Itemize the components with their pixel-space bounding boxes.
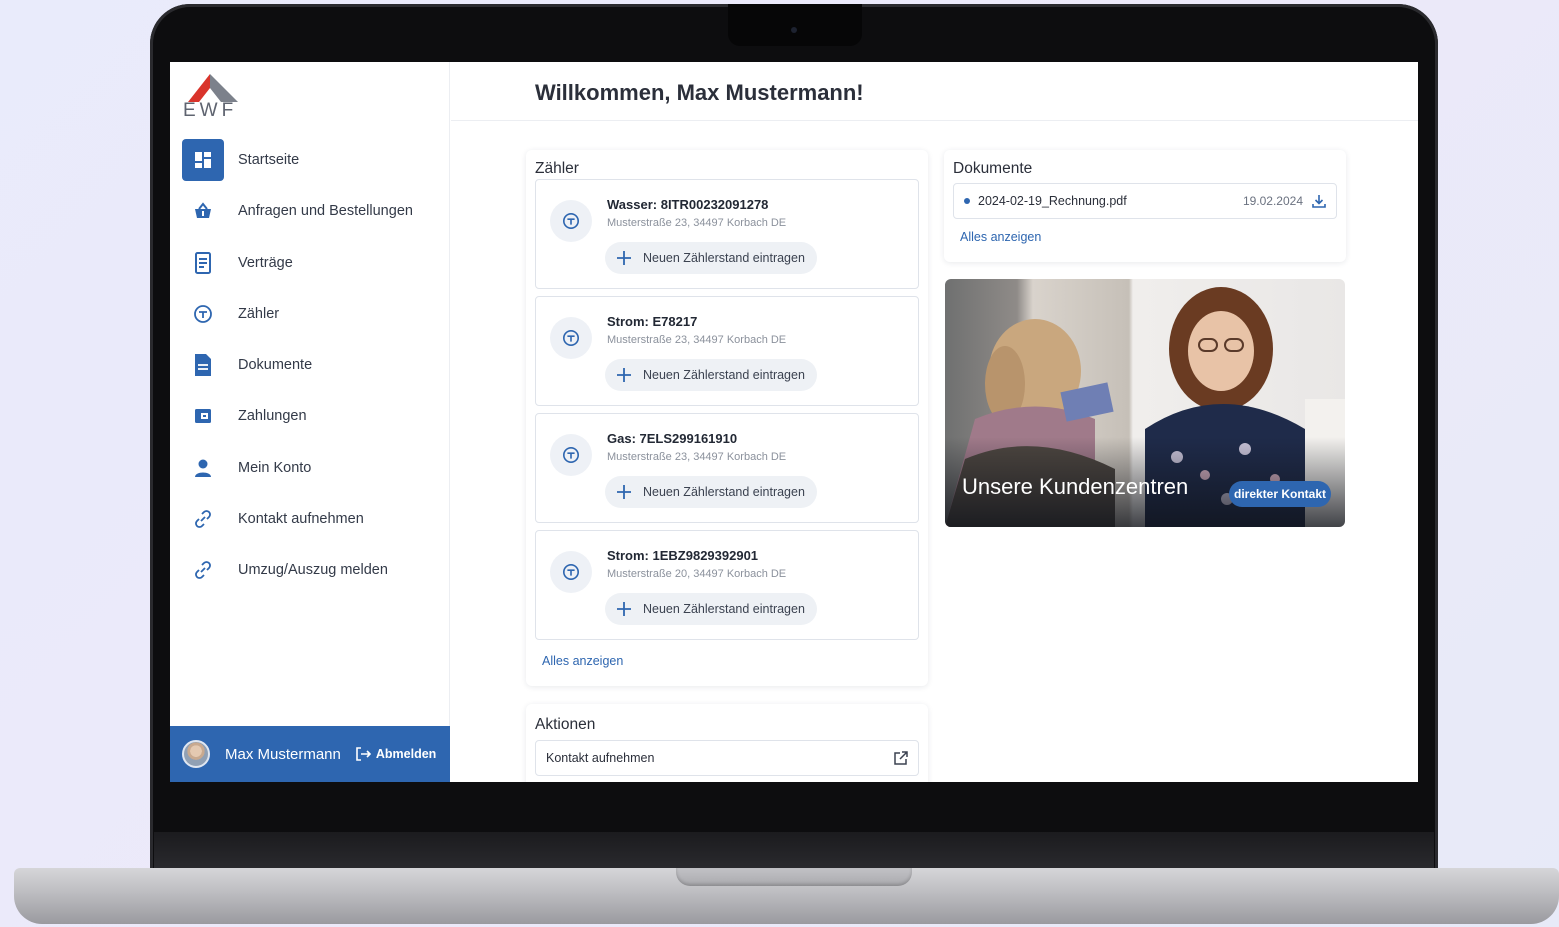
plus-icon bbox=[617, 485, 631, 499]
wallet-icon bbox=[182, 395, 224, 437]
document-row[interactable]: 2024-02-19_Rechnung.pdf 19.02.2024 bbox=[953, 183, 1337, 219]
add-reading-button[interactable]: Neuen Zählerstand eintragen bbox=[605, 476, 817, 508]
sidebar-item-label: Zahlungen bbox=[238, 408, 307, 425]
laptop-base-notch bbox=[676, 868, 912, 886]
sidebar-item-label: Anfragen und Bestellungen bbox=[238, 203, 413, 220]
add-reading-label: Neuen Zählerstand eintragen bbox=[643, 368, 805, 382]
link-icon bbox=[182, 498, 224, 540]
sidebar-item-kontakt[interactable]: Kontakt aufnehmen bbox=[182, 497, 442, 541]
sidebar-item-zahlungen[interactable]: Zahlungen bbox=[182, 394, 442, 438]
sidebar-item-label: Verträge bbox=[238, 254, 293, 271]
actions-card-title: Aktionen bbox=[535, 716, 596, 733]
meters-show-all-link[interactable]: Alles anzeigen bbox=[542, 654, 623, 668]
sidebar-nav: Startseite Anfragen und Bestellungen Ver… bbox=[182, 138, 442, 600]
add-reading-label: Neuen Zählerstand eintragen bbox=[643, 251, 805, 265]
action-contact-row[interactable]: Kontakt aufnehmen bbox=[535, 740, 919, 776]
meters-card: Zähler Wasser: 8ITR00232091278 Musterstr… bbox=[526, 150, 928, 686]
document-icon bbox=[182, 344, 224, 386]
meter-address: Musterstraße 20, 34497 Korbach DE bbox=[607, 568, 787, 580]
actions-card: Aktionen Kontakt aufnehmen bbox=[526, 704, 928, 782]
sidebar-item-vertraege[interactable]: Verträge bbox=[182, 241, 442, 285]
camera-notch bbox=[728, 4, 862, 46]
add-reading-label: Neuen Zählerstand eintragen bbox=[643, 485, 805, 499]
document-date: 19.02.2024 bbox=[1242, 194, 1303, 208]
meter-title: Gas: 7ELS299161910 bbox=[607, 431, 738, 446]
plus-icon bbox=[617, 368, 631, 382]
meter-card: Gas: 7ELS299161910 Musterstraße 23, 3449… bbox=[535, 413, 919, 523]
external-link-icon bbox=[894, 751, 908, 765]
add-reading-button[interactable]: Neuen Zählerstand eintragen bbox=[605, 359, 817, 391]
sidebar-item-label: Zähler bbox=[238, 305, 280, 322]
user-bar: Max Mustermann Abmelden bbox=[170, 726, 450, 782]
meter-icon bbox=[182, 293, 224, 335]
laptop-hinge bbox=[154, 832, 1434, 872]
promo-banner: Unsere Kundenzentren direkter Kontakt bbox=[945, 279, 1345, 527]
meter-card: Strom: 1EBZ9829392901 Musterstraße 20, 3… bbox=[535, 530, 919, 640]
avatar[interactable] bbox=[182, 740, 210, 768]
sidebar-item-anfragen[interactable]: Anfragen und Bestellungen bbox=[182, 189, 442, 233]
app-screen: EWF Startseite Anfragen und Bestellungen… bbox=[170, 62, 1418, 782]
meter-address: Musterstraße 23, 34497 Korbach DE bbox=[607, 334, 787, 346]
logo-text: EWF bbox=[183, 100, 238, 121]
sidebar-item-label: Kontakt aufnehmen bbox=[238, 511, 364, 528]
documents-card-title: Dokumente bbox=[953, 160, 1033, 177]
sidebar-item-zaehler[interactable]: Zähler bbox=[182, 292, 442, 336]
camera-dot bbox=[791, 27, 797, 33]
meter-icon bbox=[550, 434, 592, 476]
plus-icon bbox=[617, 251, 631, 265]
download-icon[interactable] bbox=[1312, 194, 1326, 208]
add-reading-label: Neuen Zählerstand eintragen bbox=[643, 602, 805, 616]
promo-title: Unsere Kundenzentren bbox=[962, 474, 1189, 499]
document-bullet bbox=[964, 198, 970, 204]
meter-icon bbox=[550, 317, 592, 359]
plus-icon bbox=[617, 602, 631, 616]
meter-title: Wasser: 8ITR00232091278 bbox=[607, 197, 769, 212]
document-name: 2024-02-19_Rechnung.pdf bbox=[978, 194, 1127, 208]
sidebar-item-mein-konto[interactable]: Mein Konto bbox=[182, 446, 442, 490]
add-reading-button[interactable]: Neuen Zählerstand eintragen bbox=[605, 593, 817, 625]
sidebar-item-label: Umzug/Auszug melden bbox=[238, 562, 388, 579]
sidebar: EWF Startseite Anfragen und Bestellungen… bbox=[170, 62, 450, 782]
sidebar-item-label: Mein Konto bbox=[238, 459, 312, 476]
sidebar-item-umzug[interactable]: Umzug/Auszug melden bbox=[182, 548, 442, 592]
meter-address: Musterstraße 23, 34497 Korbach DE bbox=[607, 451, 787, 463]
meter-card: Strom: E78217 Musterstraße 23, 34497 Kor… bbox=[535, 296, 919, 406]
meter-card: Wasser: 8ITR00232091278 Musterstraße 23,… bbox=[535, 179, 919, 289]
meter-icon bbox=[550, 200, 592, 242]
dashboard-icon bbox=[182, 139, 224, 181]
meter-title: Strom: E78217 bbox=[607, 314, 698, 329]
action-contact-label: Kontakt aufnehmen bbox=[546, 751, 655, 765]
meter-icon bbox=[550, 551, 592, 593]
person-icon bbox=[182, 447, 224, 489]
documents-card: Dokumente 2024-02-19_Rechnung.pdf 19.02.… bbox=[944, 150, 1346, 262]
sidebar-item-dokumente[interactable]: Dokumente bbox=[182, 343, 442, 387]
meter-address: Musterstraße 23, 34497 Korbach DE bbox=[607, 217, 787, 229]
documents-show-all-link[interactable]: Alles anzeigen bbox=[960, 230, 1041, 244]
main-header: Willkommen, Max Mustermann! bbox=[451, 62, 1418, 121]
sidebar-item-label: Dokumente bbox=[238, 357, 313, 374]
page-title: Willkommen, Max Mustermann! bbox=[535, 80, 864, 105]
basket-icon bbox=[182, 190, 224, 232]
sidebar-item-label: Startseite bbox=[238, 152, 300, 168]
contract-icon bbox=[182, 242, 224, 284]
user-name: Max Mustermann bbox=[225, 745, 341, 763]
sidebar-item-startseite[interactable]: Startseite bbox=[182, 138, 442, 182]
logout-button[interactable]: Abmelden bbox=[355, 746, 436, 762]
direct-contact-button[interactable]: direkter Kontakt bbox=[1229, 481, 1332, 507]
link-icon bbox=[182, 549, 224, 591]
logout-icon bbox=[356, 747, 371, 761]
meters-card-title: Zähler bbox=[535, 160, 579, 177]
meter-title: Strom: 1EBZ9829392901 bbox=[607, 548, 759, 563]
add-reading-button[interactable]: Neuen Zählerstand eintragen bbox=[605, 242, 817, 274]
logout-label: Abmelden bbox=[375, 747, 437, 761]
